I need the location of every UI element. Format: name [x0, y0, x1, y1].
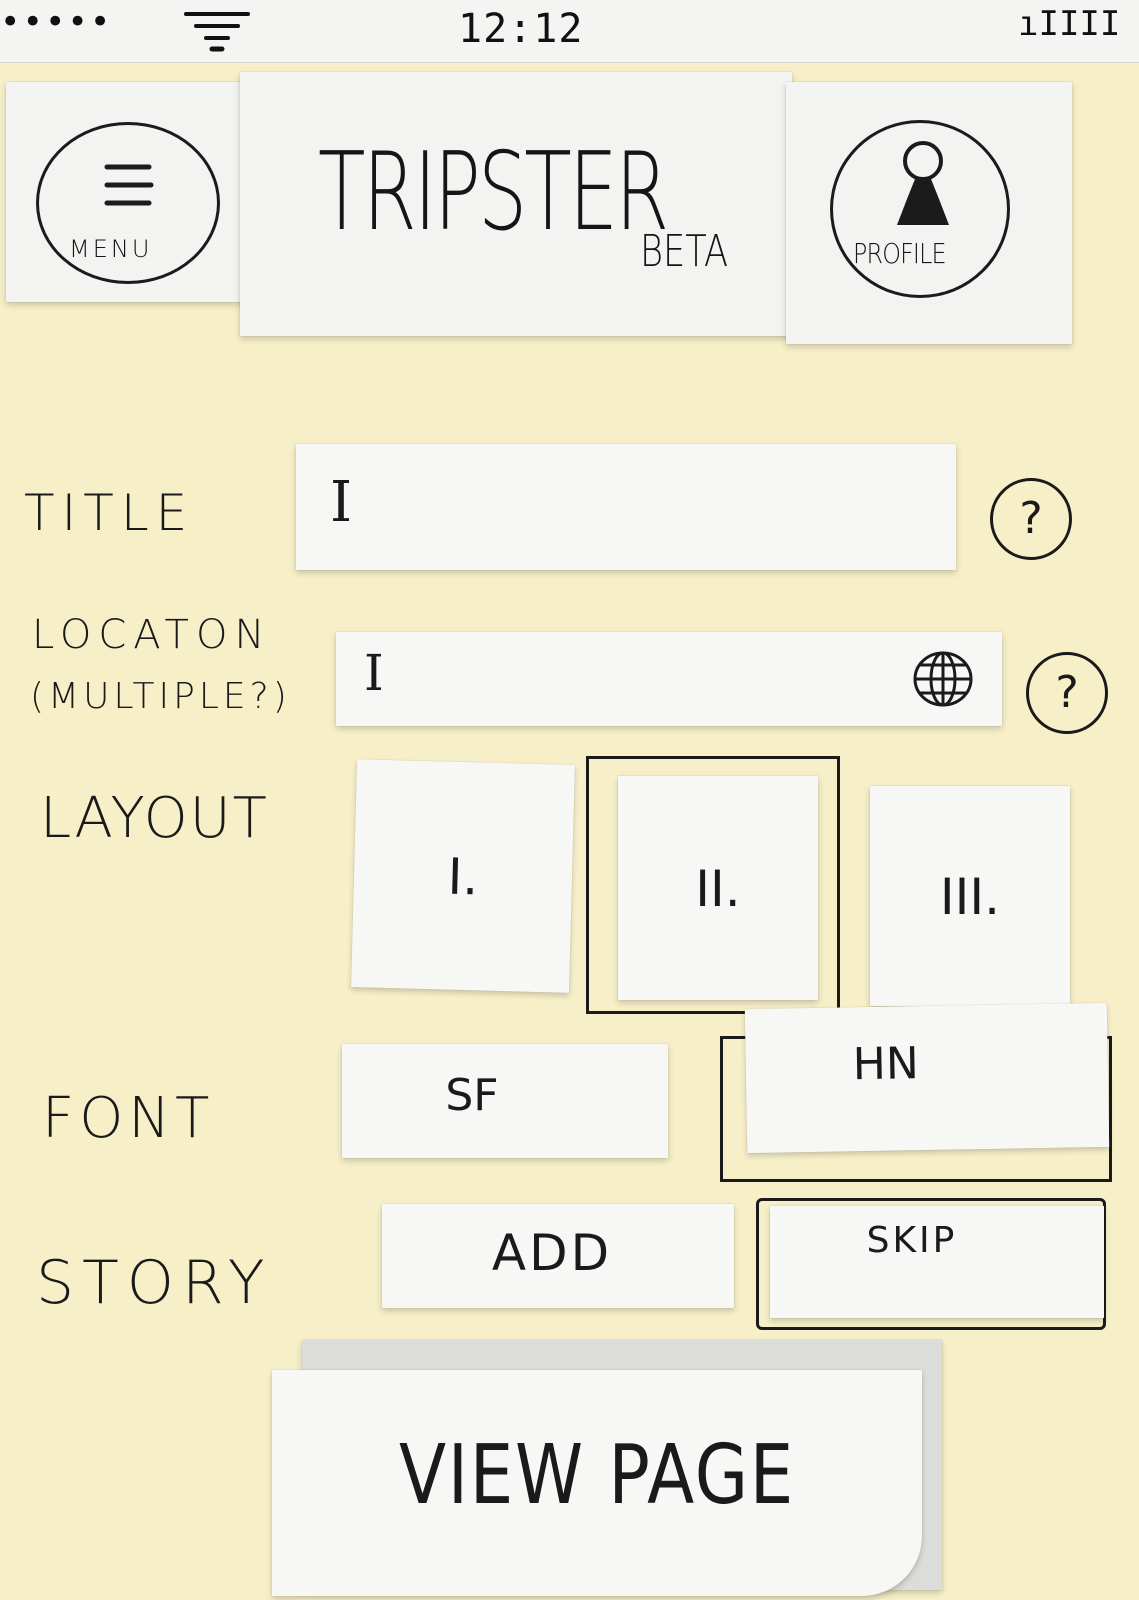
profile-label: PROFILE [853, 237, 947, 270]
status-bar: ••••• 12:12 ıIIII [0, 0, 1139, 63]
text-cursor: I [330, 470, 353, 535]
beta-badge: BETA [640, 226, 729, 277]
text-cursor: I [364, 644, 384, 702]
signal-strength-dots: ••••• [0, 2, 113, 42]
layout-option-1[interactable]: I. [351, 759, 575, 993]
menu-button[interactable]: MENU [36, 122, 220, 284]
app-title: TRIPSTER [318, 130, 669, 255]
font-option-hn-label: HN [852, 1038, 920, 1091]
layout-option-2-label: II. [695, 860, 741, 918]
story-field-label: STORY [36, 1248, 273, 1318]
layout-field-label: LAYOUT [40, 786, 269, 851]
user-avatar-icon [897, 141, 949, 225]
layout-option-3[interactable]: III. [870, 786, 1070, 1006]
question-mark-icon: ? [1019, 493, 1043, 544]
battery-indicator: ıIIII [1018, 4, 1121, 44]
globe-icon[interactable] [912, 650, 974, 708]
layout-option-1-label: I. [446, 847, 480, 907]
story-skip-button[interactable]: SKIP [770, 1206, 1104, 1318]
story-add-button[interactable]: ADD [382, 1204, 734, 1308]
story-skip-label: SKIP [866, 1220, 958, 1261]
view-page-label: VIEW PAGE [398, 1428, 796, 1523]
profile-button[interactable]: PROFILE [830, 120, 1010, 298]
font-option-hn[interactable]: HN [744, 1002, 1110, 1154]
font-option-sf-label: SF [445, 1070, 499, 1121]
location-help-button[interactable]: ? [1026, 652, 1108, 734]
question-mark-icon: ? [1055, 667, 1079, 718]
location-field-label: LOCATON [32, 612, 272, 658]
title-input[interactable]: I [296, 444, 956, 570]
title-help-button[interactable]: ? [990, 478, 1072, 560]
layout-option-2[interactable]: II. [618, 776, 818, 1000]
layout-option-3-label: III. [939, 868, 1001, 926]
wifi-icon [184, 12, 250, 52]
hamburger-icon [104, 164, 154, 206]
menu-label: MENU [69, 235, 153, 263]
clock: 12:12 [458, 6, 584, 52]
font-option-sf[interactable]: SF [342, 1044, 668, 1158]
font-field-label: FONT [42, 1086, 215, 1151]
location-input[interactable]: I [336, 632, 1002, 726]
story-add-label: ADD [491, 1224, 613, 1282]
location-field-sublabel: (MULTIPLE?) [30, 676, 291, 717]
view-page-button[interactable]: VIEW PAGE [272, 1370, 922, 1596]
title-field-label: TITLE [24, 484, 195, 542]
